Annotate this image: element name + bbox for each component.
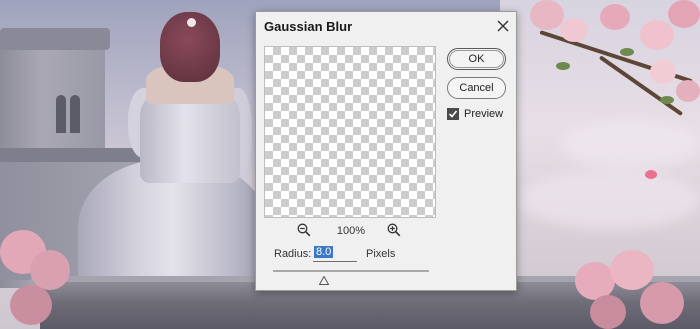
zoom-in-button[interactable] xyxy=(387,223,401,237)
blossom xyxy=(30,250,70,290)
blossom xyxy=(640,20,674,50)
cloud xyxy=(560,120,700,170)
blossom xyxy=(650,60,676,84)
blossom xyxy=(640,282,684,324)
leaf xyxy=(620,48,634,56)
zoom-level: 100% xyxy=(336,225,366,237)
cloud xyxy=(520,170,700,230)
blossom xyxy=(560,18,588,42)
castle-battlement xyxy=(0,28,110,50)
dialog-title: Gaussian Blur xyxy=(264,19,353,34)
radius-units: Pixels xyxy=(366,248,396,260)
petal xyxy=(645,170,657,179)
blossom xyxy=(676,80,700,102)
castle-ledge xyxy=(0,148,140,162)
leaf xyxy=(556,62,570,70)
preview-checkbox[interactable] xyxy=(447,108,459,120)
zoom-out-icon xyxy=(297,223,311,237)
zoom-out-button[interactable] xyxy=(297,223,311,237)
blossom xyxy=(10,285,52,325)
radius-slider[interactable] xyxy=(273,270,429,272)
blossom xyxy=(530,0,564,30)
close-icon xyxy=(497,20,509,32)
blossom xyxy=(600,4,630,30)
ok-button[interactable]: OK xyxy=(447,48,506,70)
zoom-in-icon xyxy=(387,223,401,237)
cancel-button[interactable]: Cancel xyxy=(447,77,506,99)
radius-input[interactable]: 8.0 xyxy=(313,246,357,262)
leaf xyxy=(660,96,674,104)
preview-area[interactable] xyxy=(264,46,436,218)
close-button[interactable] xyxy=(494,17,512,35)
gaussian-blur-dialog: Gaussian Blur 100% Radius: 8.0 Pixels OK… xyxy=(255,11,517,291)
blossom xyxy=(668,0,700,28)
slider-thumb-icon xyxy=(318,275,330,285)
radius-slider-thumb[interactable] xyxy=(318,272,330,285)
castle-window xyxy=(56,95,66,133)
checkmark-icon xyxy=(448,110,458,118)
blossom xyxy=(610,250,654,290)
radius-value: 8.0 xyxy=(314,246,334,258)
castle-window xyxy=(70,95,80,133)
radius-label: Radius: xyxy=(274,248,312,260)
preview-label: Preview xyxy=(464,108,504,120)
hair-flower xyxy=(187,18,196,27)
blossom xyxy=(590,295,626,329)
